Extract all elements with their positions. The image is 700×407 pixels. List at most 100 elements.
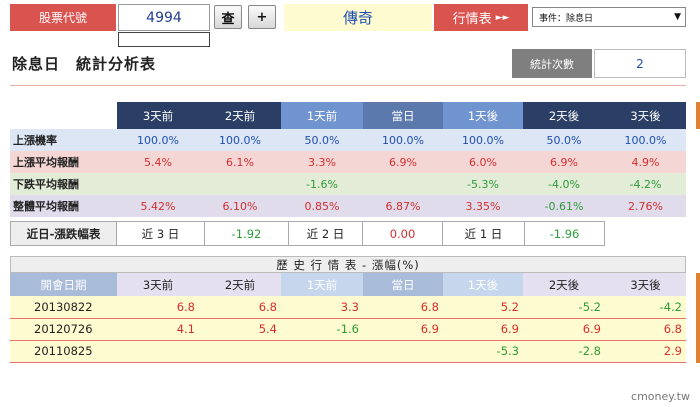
stats-col-header: 1天前 [281, 102, 363, 129]
history-cell: 5.4 [199, 318, 281, 341]
event-select[interactable]: 事件：除息日 ▼ [532, 7, 686, 27]
stock-code-label: 股票代號 [10, 4, 116, 31]
table-row: 上漲平均報酬 5.4% 6.1% 3.3% 6.9% 6.0% 6.9% 4.9… [10, 151, 686, 173]
stat-cell: 6.87% [363, 195, 443, 217]
quote-table-button[interactable]: 行情表 ►► [434, 4, 528, 31]
stat-cell: 50.0% [523, 129, 605, 151]
history-col-header: 開會日期 [10, 273, 117, 296]
stat-cell: 6.10% [199, 195, 281, 217]
add-button[interactable]: + [248, 5, 276, 29]
stat-count-label: 統計次數 [512, 49, 592, 78]
history-table: 開會日期 3天前 2天前 1天前 當日 1天後 2天後 3天後 20130822… [10, 273, 686, 363]
history-cell: 6.9 [443, 318, 523, 341]
stat-cell: 5.4% [117, 151, 199, 173]
stats-col-header: 3天後 [605, 102, 686, 129]
recent-item-value: 0.00 [362, 221, 443, 246]
history-cell: 6.9 [523, 318, 605, 341]
table-row: 上漲機率 100.0% 100.0% 50.0% 100.0% 100.0% 5… [10, 129, 686, 151]
history-title: 歷 史 行 情 表 - 漲幅(%) [10, 256, 686, 273]
stat-cell: 100.0% [605, 129, 686, 151]
stat-cell: 6.9% [523, 151, 605, 173]
row-label: 上漲機率 [10, 129, 117, 151]
stats-col-header: 2天後 [523, 102, 605, 129]
stat-cell: 3.35% [443, 195, 523, 217]
history-cell: 5.2 [443, 296, 523, 319]
history-cell: 6.8 [117, 296, 199, 319]
scroll-marker [696, 273, 700, 363]
recent-item-value: -1.96 [524, 221, 605, 246]
history-cell [199, 340, 281, 363]
stat-cell: 50.0% [281, 129, 363, 151]
stat-cell: 100.0% [117, 129, 199, 151]
row-label: 下跌平均報酬 [10, 173, 117, 195]
scroll-marker [696, 102, 700, 129]
stat-count-value: 2 [594, 49, 686, 78]
table-row: 20120726 4.1 5.4 -1.6 6.9 6.9 6.9 6.8 [10, 318, 686, 341]
row-label: 整體平均報酬 [10, 195, 117, 217]
selected-cell[interactable] [118, 32, 210, 47]
history-cell: 6.9 [363, 318, 443, 341]
row-label: 上漲平均報酬 [10, 151, 117, 173]
stat-cell [363, 173, 443, 195]
stat-cell: 100.0% [443, 129, 523, 151]
history-cell: 6.8 [199, 296, 281, 319]
history-cell [117, 340, 199, 363]
stat-cell: 100.0% [363, 129, 443, 151]
query-button[interactable]: 查 [214, 5, 242, 29]
history-col-header: 3天後 [605, 273, 686, 296]
table-row: 20110825 -5.3 -2.8 2.9 [10, 340, 686, 363]
history-cell: -5.2 [523, 296, 605, 319]
recent-change-table: 近日-漲跌幅表 近 3 日 -1.92 近 2 日 0.00 近 1 日 -1.… [10, 221, 605, 246]
history-cell [363, 340, 443, 363]
stat-cell: -0.61% [523, 195, 605, 217]
history-cell: 4.1 [117, 318, 199, 341]
stats-col-header: 2天前 [199, 102, 281, 129]
watermark: cmoney.tw [631, 390, 690, 403]
stock-name: 傳奇 [284, 4, 432, 31]
divider [10, 85, 686, 86]
stat-cell: 2.76% [605, 195, 686, 217]
recent-item-label: 近 2 日 [288, 221, 363, 246]
history-cell: -5.3 [443, 340, 523, 363]
history-col-header: 2天前 [199, 273, 281, 296]
history-col-header: 3天前 [117, 273, 199, 296]
history-col-header: 當日 [363, 273, 443, 296]
table-row: 下跌平均報酬 -1.6% -5.3% -4.0% -4.2% [10, 173, 686, 195]
table-row: 整體平均報酬 5.42% 6.10% 0.85% 6.87% 3.35% -0.… [10, 195, 686, 217]
stat-cell: 3.3% [281, 151, 363, 173]
page-title: 除息日 統計分析表 [12, 55, 157, 73]
recent-item-value: -1.92 [204, 221, 289, 246]
stat-cell: -1.6% [281, 173, 363, 195]
stat-cell: -4.0% [523, 173, 605, 195]
stat-cell [117, 173, 199, 195]
stat-cell: 0.85% [281, 195, 363, 217]
history-cell: 3.3 [281, 296, 363, 319]
history-cell: 2.9 [605, 340, 686, 363]
quote-table-label: 行情表 [452, 12, 492, 27]
stats-header-corner [10, 102, 117, 129]
history-date: 20110825 [10, 340, 117, 363]
stock-code-input[interactable]: 4994 [118, 4, 210, 31]
stat-cell: 6.9% [363, 151, 443, 173]
table-row: 20130822 6.8 6.8 3.3 6.8 5.2 -5.2 -4.2 [10, 296, 686, 319]
stat-cell: -4.2% [605, 173, 686, 195]
stat-cell: -5.3% [443, 173, 523, 195]
double-arrow-icon: ►► [495, 12, 510, 23]
history-cell [281, 340, 363, 363]
stats-col-header: 當日 [363, 102, 443, 129]
event-select-value: 事件：除息日 [539, 13, 594, 24]
history-date: 20130822 [10, 296, 117, 319]
chevron-down-icon[interactable]: ▼ [674, 12, 681, 22]
stat-cell: 6.0% [443, 151, 523, 173]
stat-cell: 4.9% [605, 151, 686, 173]
history-cell: 6.8 [363, 296, 443, 319]
stat-cell: 6.1% [199, 151, 281, 173]
stat-cell: 100.0% [199, 129, 281, 151]
history-cell: 6.8 [605, 318, 686, 341]
history-date: 20120726 [10, 318, 117, 341]
stat-cell: 5.42% [117, 195, 199, 217]
stats-table: 3天前 2天前 1天前 當日 1天後 2天後 3天後 上漲機率 100.0% 1… [10, 102, 686, 217]
stats-col-header: 1天後 [443, 102, 523, 129]
history-cell: -4.2 [605, 296, 686, 319]
stat-cell [199, 173, 281, 195]
